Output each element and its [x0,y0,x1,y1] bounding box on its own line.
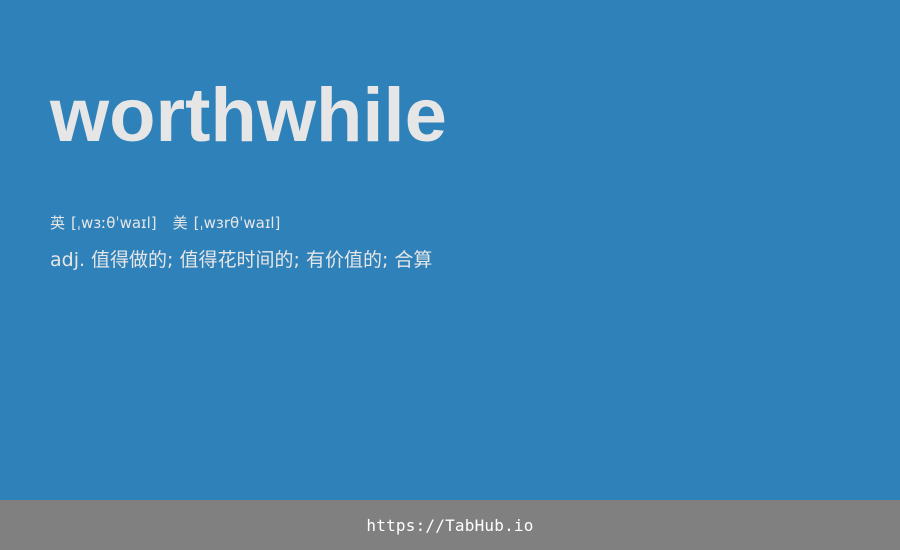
phonetic-uk: 英 [ˌwɜːθˈwaɪl] [50,212,157,234]
phonetics-row: 英 [ˌwɜːθˈwaɪl] 美 [ˌwɜrθˈwaɪl] [50,212,280,234]
phonetic-us-ipa: [ˌwɜrθˈwaɪl] [193,214,281,232]
phonetic-uk-ipa: [ˌwɜːθˈwaɪl] [71,214,157,232]
definition-text: adj. 值得做的; 值得花时间的; 有价值的; 合算 [50,249,433,271]
phonetic-uk-label: 英 [50,214,66,232]
word-card: worthwhile 英 [ˌwɜːθˈwaɪl] 美 [ˌwɜrθˈwaɪl]… [0,0,900,500]
headword: worthwhile [50,73,447,158]
phonetic-us-label: 美 [172,214,188,232]
tabhub-link[interactable]: https://TabHub.io [366,516,533,535]
footer-bar: https://TabHub.io [0,500,900,550]
phonetic-us: 美 [ˌwɜrθˈwaɪl] [173,212,281,234]
